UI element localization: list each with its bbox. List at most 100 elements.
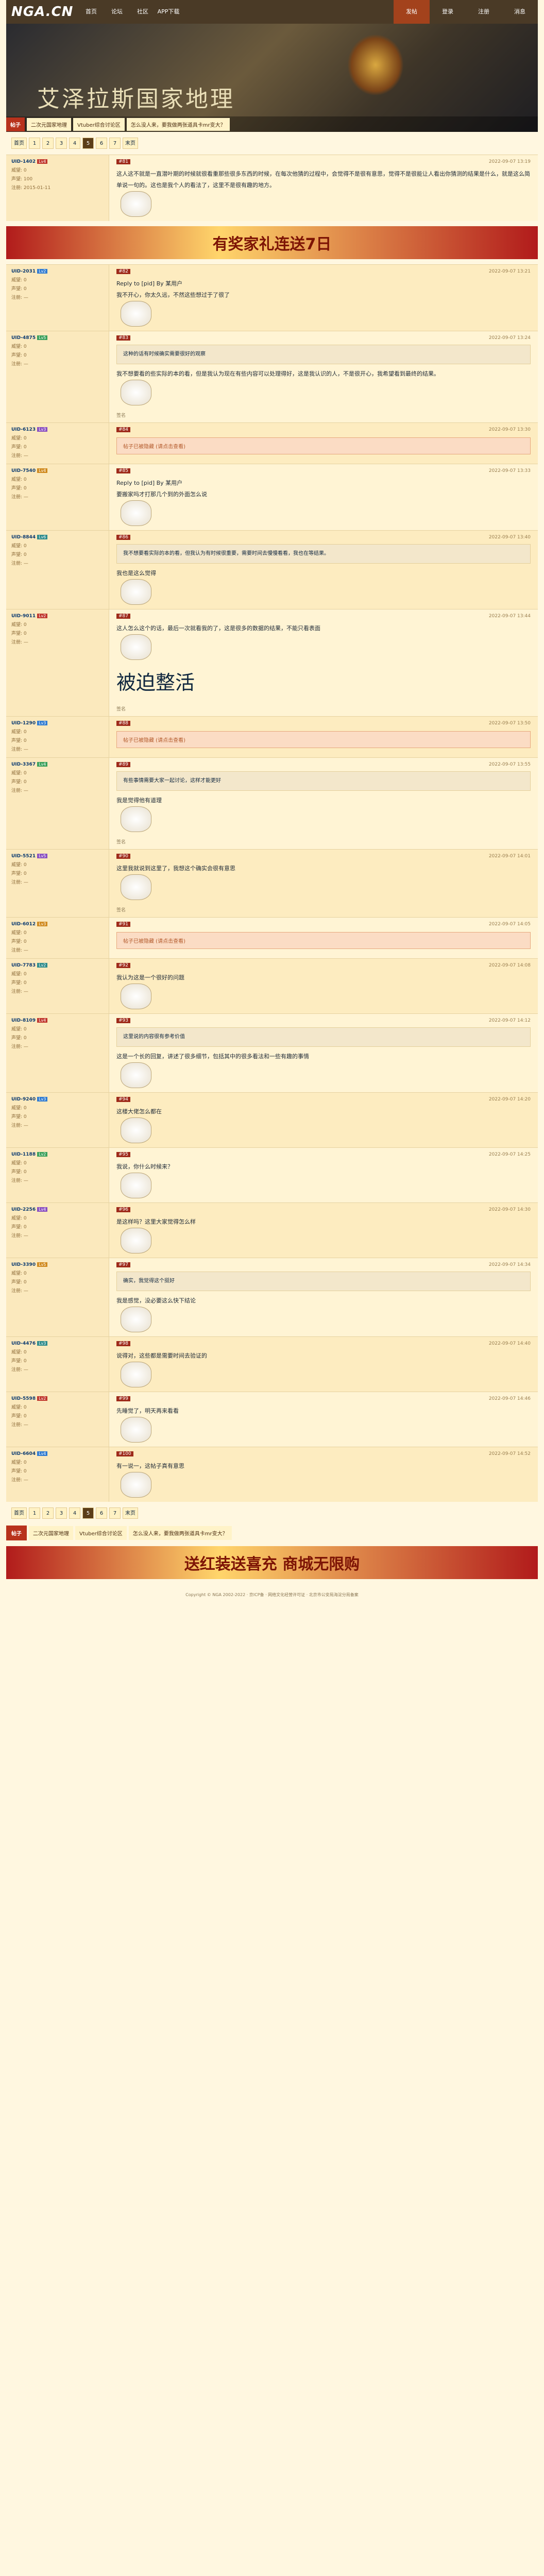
breadcrumb-item[interactable]: Vtuber综合讨论区 [75,1526,127,1540]
post-meta: #87 2022-09-07 13:44 [116,614,531,619]
page-button[interactable]: 7 [109,1507,121,1519]
breadcrumb-item[interactable]: 怎么没人来，要我做两张道具卡mr变大？ [126,117,230,131]
author-name[interactable]: UID-1402 [11,159,36,164]
author-stat: 声望: 0 [11,286,27,292]
author-level-badge: Lv3 [37,1097,48,1101]
author-name[interactable]: UID-4476 [11,1341,36,1346]
user-nav-link[interactable]: 注册 [466,0,502,24]
page-button[interactable]: 6 [96,138,107,149]
author-stat: 注册: — [11,640,28,645]
post: UID-2256 Lv4 威望: 0 声望: 0 注册: — #96 2022-09-07 … [6,1202,538,1258]
nav-link[interactable]: 首页 [78,0,104,24]
post-meta: #81 2022-09-07 13:19 [116,159,531,164]
author-stat: 威望: 0 [11,730,27,735]
page-button[interactable]: 5 [82,138,94,149]
post-body: #82 2022-09-07 13:21 Reply to [pid] By 某用户… [109,265,538,331]
breadcrumb-item[interactable]: 二次元国家地理 [27,117,71,131]
page-button[interactable]: 1 [29,138,40,149]
post-meta: #99 2022-09-07 14:46 [116,1396,531,1401]
nav-link[interactable]: 论坛 [104,0,130,24]
breadcrumb-item[interactable]: Vtuber综合讨论区 [73,117,125,131]
author-stat: 威望: 0 [11,168,27,173]
author-name[interactable]: UID-6123 [11,427,36,432]
author-name[interactable]: UID-1290 [11,721,36,726]
sticker-image [121,301,151,327]
page-button[interactable]: 3 [56,1507,67,1519]
page-last-button[interactable]: 末页 [123,138,138,149]
author-level-badge: Lv2 [37,614,48,618]
nav-link[interactable]: APP下载 [156,0,181,24]
post-meta: #84 2022-09-07 13:30 [116,427,531,432]
author-level-badge: Lv2 [37,1396,48,1401]
post: UID-6012 Lv3 威望: 0 声望: 0 注册: — #91 2022-09-07 … [6,917,538,958]
user-nav-link[interactable]: 登录 [430,0,466,24]
page-button[interactable]: 6 [96,1507,107,1519]
author-name[interactable]: UID-5521 [11,854,36,859]
reply-reference[interactable]: Reply to [pid] By 某用户 [116,478,531,489]
author-row: UID-1188 Lv2 [11,1152,104,1157]
author-name[interactable]: UID-6012 [11,922,36,927]
author-name[interactable]: UID-2256 [11,1207,36,1212]
breadcrumb-item[interactable]: 怎么没人来，要我做两张道具卡mr变大？ [128,1526,232,1540]
author-level-badge: Lv4 [37,1207,48,1212]
floor-number: #82 [116,269,130,274]
page-button[interactable]: 4 [69,138,80,149]
page-first-button[interactable]: 首页 [11,138,27,149]
post-text: 这楼大佬怎么都在 [116,1108,162,1115]
hidden-post-notice[interactable]: 帖子已被隐藏 (请点击查看) [116,932,531,949]
author-name[interactable]: UID-2031 [11,269,36,274]
post-meta: #83 2022-09-07 13:24 [116,335,531,341]
author-name[interactable]: UID-7783 [11,963,36,968]
author-row: UID-6604 Lv4 [11,1451,104,1456]
author-name[interactable]: UID-9011 [11,614,36,619]
user-nav-link[interactable]: 消息 [502,0,538,24]
post-body: #88 2022-09-07 13:50 帖子已被隐藏 (请点击查看) [109,717,538,757]
floor-number: #81 [116,159,130,164]
site-logo[interactable]: NGA.CN [6,0,78,24]
post-text: 这是一个长的回复，讲述了很多细节，包括其中的很多看法和一些有趣的事情 [116,1053,309,1060]
page-button[interactable]: 2 [42,138,54,149]
page-last-button[interactable]: 末页 [123,1507,138,1519]
post-meta: #92 2022-09-07 14:08 [116,963,531,968]
page-button[interactable]: 1 [29,1507,40,1519]
author-stat: 声望: 0 [11,1359,27,1364]
page-button[interactable]: 4 [69,1507,80,1519]
reply-reference[interactable]: Reply to [pid] By 某用户 [116,278,531,290]
author-name[interactable]: UID-6604 [11,1451,36,1456]
ad-banner[interactable]: 有奖家礼连送7日 [6,226,538,259]
sticker-image [121,1173,151,1198]
author-name[interactable]: UID-3390 [11,1262,36,1267]
author-name[interactable]: UID-7540 [11,468,36,473]
page-button[interactable]: 3 [56,138,67,149]
author-stat: 注册: — [11,1044,28,1049]
post-meta: #85 2022-09-07 13:33 [116,468,531,473]
floor-number: #87 [116,614,130,619]
author-name[interactable]: UID-9240 [11,1097,36,1102]
quote-block: 确实，我觉得这个挺好 [116,1272,531,1291]
post: UID-7540 Lv4 威望: 0 声望: 0 注册: — #85 2022-09-07 … [6,464,538,530]
user-nav-link[interactable]: 发帖 [394,0,430,24]
author-name[interactable]: UID-8844 [11,535,36,540]
hidden-post-notice[interactable]: 帖子已被隐藏 (请点击查看) [116,437,531,454]
post-text: 这里我就说到这里了，我想这个确实会很有意思 [116,865,235,872]
floor-number: #85 [116,468,130,473]
author-name[interactable]: UID-5598 [11,1396,36,1401]
post-body: #86 2022-09-07 13:40 我不想要看实际的本的看，但我认为有时候很重… [109,531,538,609]
author-level-badge: Lv3 [37,427,48,432]
page-button[interactable]: 2 [42,1507,54,1519]
post-time: 2022-09-07 14:25 [488,1152,531,1157]
bottom-ad-banner[interactable]: 送红装送喜充 商城无限购 [6,1546,538,1579]
author-name[interactable]: UID-8109 [11,1018,36,1023]
nav-link[interactable]: 社区 [130,0,156,24]
author-name[interactable]: UID-4875 [11,335,36,341]
post-body: #99 2022-09-07 14:46 先睡觉了，明天再来看看 [109,1392,538,1447]
page-first-button[interactable]: 首页 [11,1507,27,1519]
breadcrumb-item[interactable]: 二次元国家地理 [29,1526,73,1540]
page-button[interactable]: 5 [82,1507,94,1519]
author-stat: 声望: 0 [11,486,27,491]
page-button[interactable]: 7 [109,138,121,149]
author-stat: 威望: 0 [11,1405,27,1410]
hidden-post-notice[interactable]: 帖子已被隐藏 (请点击查看) [116,731,531,748]
author-name[interactable]: UID-1188 [11,1152,36,1157]
author-name[interactable]: UID-3367 [11,762,36,767]
